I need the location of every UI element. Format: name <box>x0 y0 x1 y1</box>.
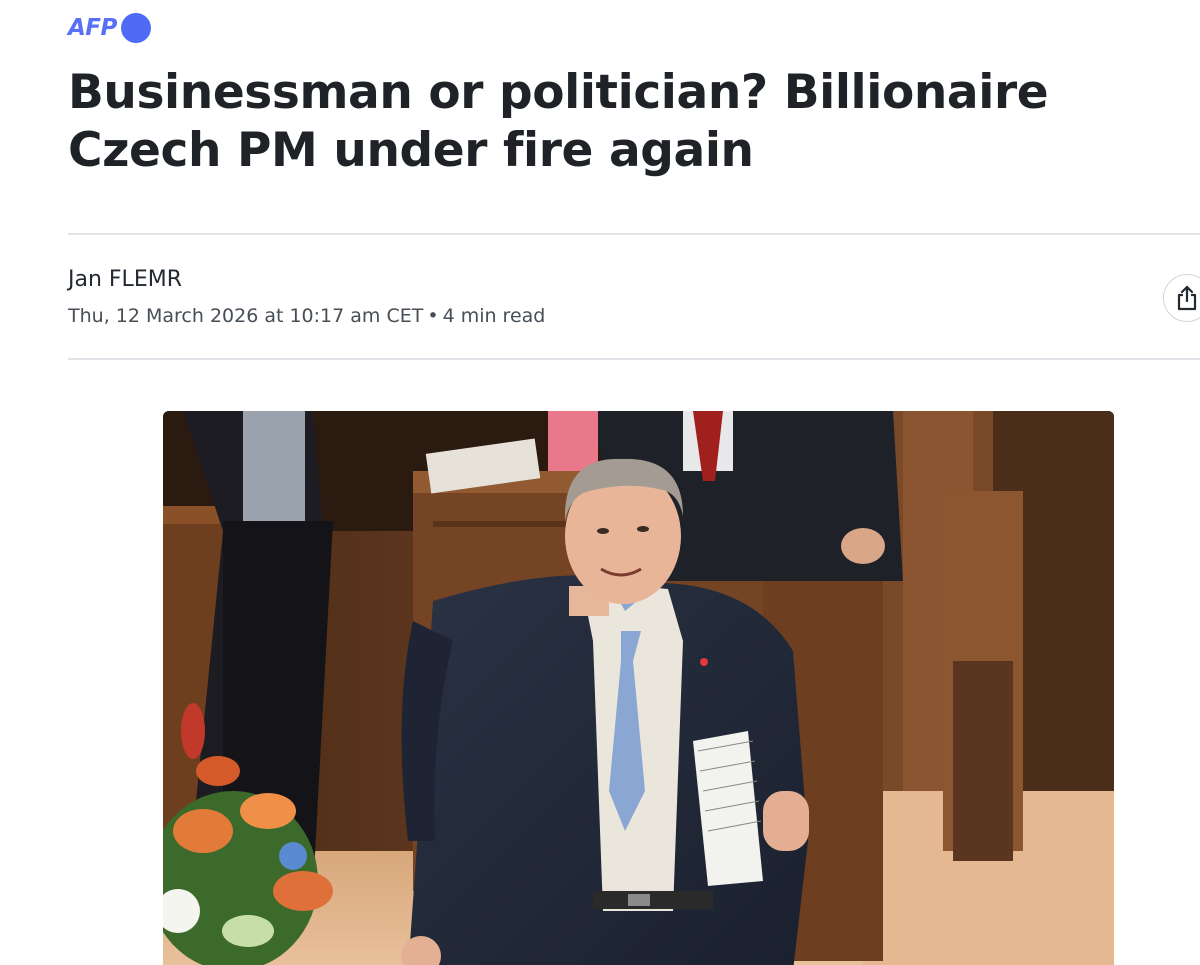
afp-logo[interactable]: AFP <box>68 12 151 44</box>
share-icon <box>1177 285 1197 311</box>
afp-logo-text: AFP <box>68 14 117 41</box>
byline-divider <box>68 358 1200 360</box>
hero-image[interactable] <box>163 411 1114 965</box>
meta-separator: • <box>427 305 439 327</box>
share-button[interactable] <box>1163 274 1200 322</box>
publish-date: Thu, 12 March 2026 at 10:17 am CET <box>68 305 424 327</box>
byline: Jan FLEMR Thu, 12 March 2026 at 10:17 am… <box>68 266 545 329</box>
afp-logo-dot-icon <box>120 13 151 43</box>
article-headline: Businessman or politician? Billionaire C… <box>68 65 1049 178</box>
article-meta: Thu, 12 March 2026 at 10:17 am CET • 4 min… <box>68 303 545 329</box>
hero-photo <box>163 411 1114 965</box>
author-name[interactable]: Jan FLEMR <box>68 266 545 294</box>
read-time: 4 min read <box>442 305 546 327</box>
header-divider <box>68 233 1200 235</box>
